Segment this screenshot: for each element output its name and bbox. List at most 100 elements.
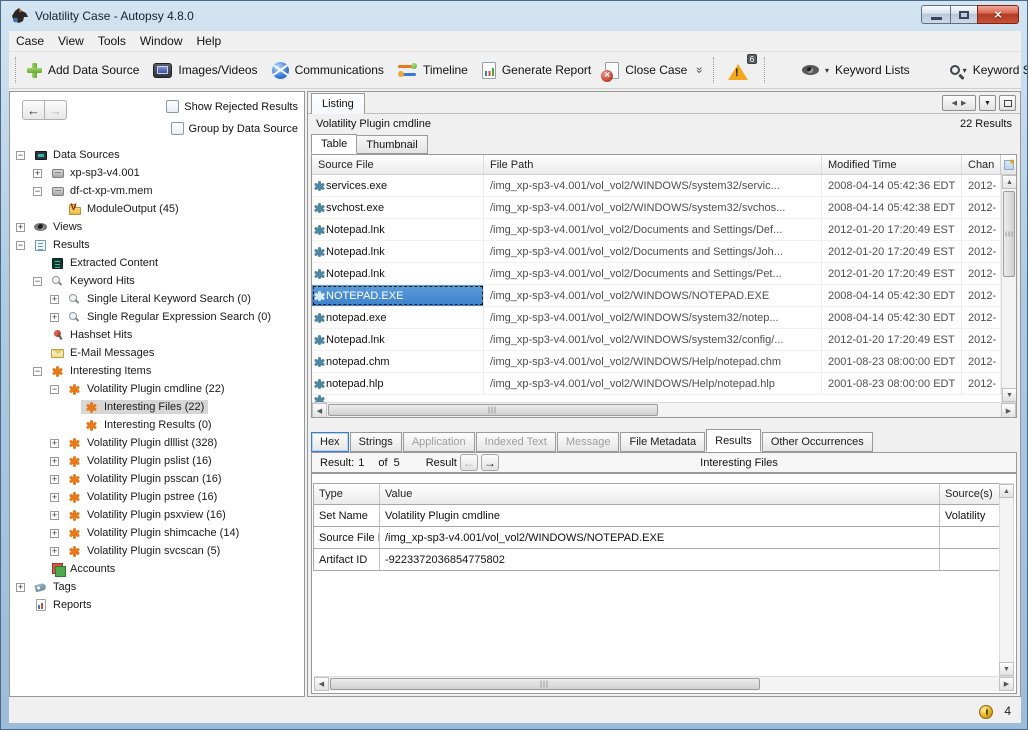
tree-item-interesting-items[interactable]: Interesting Items (12, 362, 302, 380)
expand-icon[interactable] (50, 457, 59, 466)
tree-item-tags[interactable]: Tags (12, 578, 302, 596)
expand-icon[interactable] (50, 439, 59, 448)
scroll-down-button[interactable] (1002, 388, 1017, 402)
forward-button[interactable] (44, 100, 67, 120)
generate-report-button[interactable]: Generate Report (475, 58, 598, 83)
expand-icon[interactable] (50, 493, 59, 502)
group-by-data-source-checkbox-row[interactable]: Group by Data Source (171, 122, 298, 135)
tree-item-volatility-plugin-shimcache[interactable]: Volatility Plugin shimcache (14) (12, 524, 302, 542)
tab-listing[interactable]: Listing (311, 93, 365, 114)
expand-icon[interactable] (16, 223, 25, 232)
tree-item-extracted-content[interactable]: Extracted Content (12, 254, 302, 272)
tree-item-results[interactable]: Results (12, 236, 302, 254)
tree-item-volatility-plugin-pslist[interactable]: Volatility Plugin pslist (16) (12, 452, 302, 470)
menu-window[interactable]: Window (133, 32, 190, 50)
timeline-button[interactable]: Timeline (391, 59, 475, 82)
column-header-file-path[interactable]: File Path (484, 155, 822, 174)
horizontal-scrollbar[interactable] (314, 676, 1014, 691)
table-row[interactable]: notepad.exe /img_xp-sp3-v4.001/vol_vol2/… (312, 307, 1001, 329)
previous-result-button[interactable] (460, 454, 478, 471)
attribute-row-source-file-path[interactable]: Source File Pa /img_xp-sp3-v4.001/vol_vo… (314, 527, 1000, 549)
expand-icon[interactable] (50, 547, 59, 556)
tree-item-interesting-results[interactable]: Interesting Results (0) (12, 416, 302, 434)
tab-list-dropdown-button[interactable] (979, 95, 996, 111)
tab-results[interactable]: Results (706, 429, 761, 452)
tree-item-df-ct-xp-vm-mem[interactable]: df-ct-xp-vm.mem (12, 182, 302, 200)
checkbox-icon[interactable] (166, 100, 179, 113)
minimize-button[interactable] (921, 5, 951, 24)
table-row[interactable]: services.exe /img_xp-sp3-v4.001/vol_vol2… (312, 175, 1001, 197)
menu-view[interactable]: View (51, 32, 91, 50)
table-row[interactable]: Notepad.lnk /img_xp-sp3-v4.001/vol_vol2/… (312, 263, 1001, 285)
title-bar[interactable]: Volatility Case - Autopsy 4.8.0 (1, 1, 1027, 31)
close-case-button[interactable]: Close Case (598, 58, 709, 83)
table-row[interactable]: Notepad.lnk /img_xp-sp3-v4.001/vol_vol2/… (312, 329, 1001, 351)
column-chooser-button[interactable] (1000, 155, 1016, 175)
next-result-button[interactable] (481, 454, 499, 471)
tree-item-volatility-plugin-pstree[interactable]: Volatility Plugin pstree (16) (12, 488, 302, 506)
scroll-up-button[interactable] (1002, 175, 1017, 189)
tab-other-occurrences[interactable]: Other Occurrences (762, 432, 873, 452)
show-rejected-results-checkbox-row[interactable]: Show Rejected Results (166, 100, 298, 113)
tree-item-single-regular-expression-search[interactable]: Single Regular Expression Search (0) (12, 308, 302, 326)
horizontal-scrollbar[interactable] (312, 402, 1016, 417)
tree-item-data-sources[interactable]: Data Sources (12, 146, 302, 164)
tab-strings[interactable]: Strings (350, 432, 402, 452)
table-row[interactable]: notepad.chm /img_xp-sp3-v4.001/vol_vol2/… (312, 351, 1001, 373)
tree-item-interesting-files[interactable]: Interesting Files (22) (12, 398, 302, 416)
expand-icon[interactable] (33, 169, 42, 178)
keyword-search-button[interactable]: Keyword Search (943, 59, 1028, 81)
table-row[interactable]: Notepad.lnk /img_xp-sp3-v4.001/vol_vol2/… (312, 219, 1001, 241)
collapse-icon[interactable] (33, 277, 42, 286)
scroll-left-icon[interactable] (952, 99, 957, 107)
maximize-button[interactable] (950, 5, 978, 24)
tree-item-single-literal-keyword-search[interactable]: Single Literal Keyword Search (0) (12, 290, 302, 308)
scrollbar-thumb[interactable] (328, 404, 658, 416)
scroll-right-button[interactable] (1001, 403, 1016, 418)
collapse-icon[interactable] (16, 151, 25, 160)
column-header-source-file[interactable]: Source File (312, 155, 484, 174)
expand-icon[interactable] (50, 529, 59, 538)
tree-item-reports[interactable]: Reports (12, 596, 302, 614)
vertical-scrollbar[interactable] (999, 483, 1014, 677)
tree-item-xp-sp3-v4-001[interactable]: xp-sp3-v4.001 (12, 164, 302, 182)
vertical-scrollbar[interactable] (1001, 175, 1016, 402)
tree-item-volatility-plugin-svcscan[interactable]: Volatility Plugin svcscan (5) (12, 542, 302, 560)
expand-icon[interactable] (50, 511, 59, 520)
tree-item-keyword-hits[interactable]: Keyword Hits (12, 272, 302, 290)
tree-item-moduleoutput[interactable]: ModuleOutput (45) (12, 200, 302, 218)
checkbox-icon[interactable] (171, 122, 184, 135)
column-header-change-time[interactable]: Chan (962, 155, 1001, 174)
scroll-down-button[interactable] (999, 662, 1014, 676)
tab-file-metadata[interactable]: File Metadata (620, 432, 705, 452)
tree-item-accounts[interactable]: Accounts (12, 560, 302, 578)
tab-hex[interactable]: Hex (311, 432, 349, 452)
column-header-sources[interactable]: Source(s) (940, 484, 1000, 504)
tab-table[interactable]: Table (311, 134, 357, 154)
tab-thumbnail[interactable]: Thumbnail (356, 135, 427, 154)
tree-item-volatility-plugin-psscan[interactable]: Volatility Plugin psscan (16) (12, 470, 302, 488)
tree-item-volatility-plugin-cmdline[interactable]: Volatility Plugin cmdline (22) (12, 380, 302, 398)
table-row[interactable]: Notepad.lnk /img_xp-sp3-v4.001/vol_vol2/… (312, 241, 1001, 263)
tab-scroll-buttons[interactable] (942, 95, 976, 111)
expand-icon[interactable] (50, 295, 59, 304)
background-tasks-icon[interactable] (979, 705, 993, 719)
scroll-left-button[interactable] (314, 677, 329, 691)
column-header-value[interactable]: Value (380, 484, 940, 504)
tree-item-email-messages[interactable]: E-Mail Messages (12, 344, 302, 362)
menu-case[interactable]: Case (9, 32, 51, 50)
tree-item-volatility-plugin-psxview[interactable]: Volatility Plugin psxview (16) (12, 506, 302, 524)
table-row-selected[interactable]: NOTEPAD.EXE /img_xp-sp3-v4.001/vol_vol2/… (312, 285, 1001, 307)
tree-item-hashset-hits[interactable]: Hashset Hits (12, 326, 302, 344)
scrollbar-thumb[interactable] (1003, 191, 1015, 277)
menu-help[interactable]: Help (190, 32, 229, 50)
table-row[interactable]: notepad.hlp /img_xp-sp3-v4.001/vol_vol2/… (312, 373, 1001, 395)
collapse-icon[interactable] (50, 385, 59, 394)
communications-button[interactable]: Communications (265, 58, 391, 83)
maximize-pane-button[interactable] (999, 95, 1016, 111)
scroll-left-button[interactable] (312, 403, 327, 418)
scroll-right-button[interactable] (999, 677, 1014, 691)
images-videos-button[interactable]: Images/Videos (146, 59, 264, 82)
attribute-row-set-name[interactable]: Set Name Volatility Plugin cmdline Volat… (314, 505, 1000, 527)
expand-icon[interactable] (16, 583, 25, 592)
